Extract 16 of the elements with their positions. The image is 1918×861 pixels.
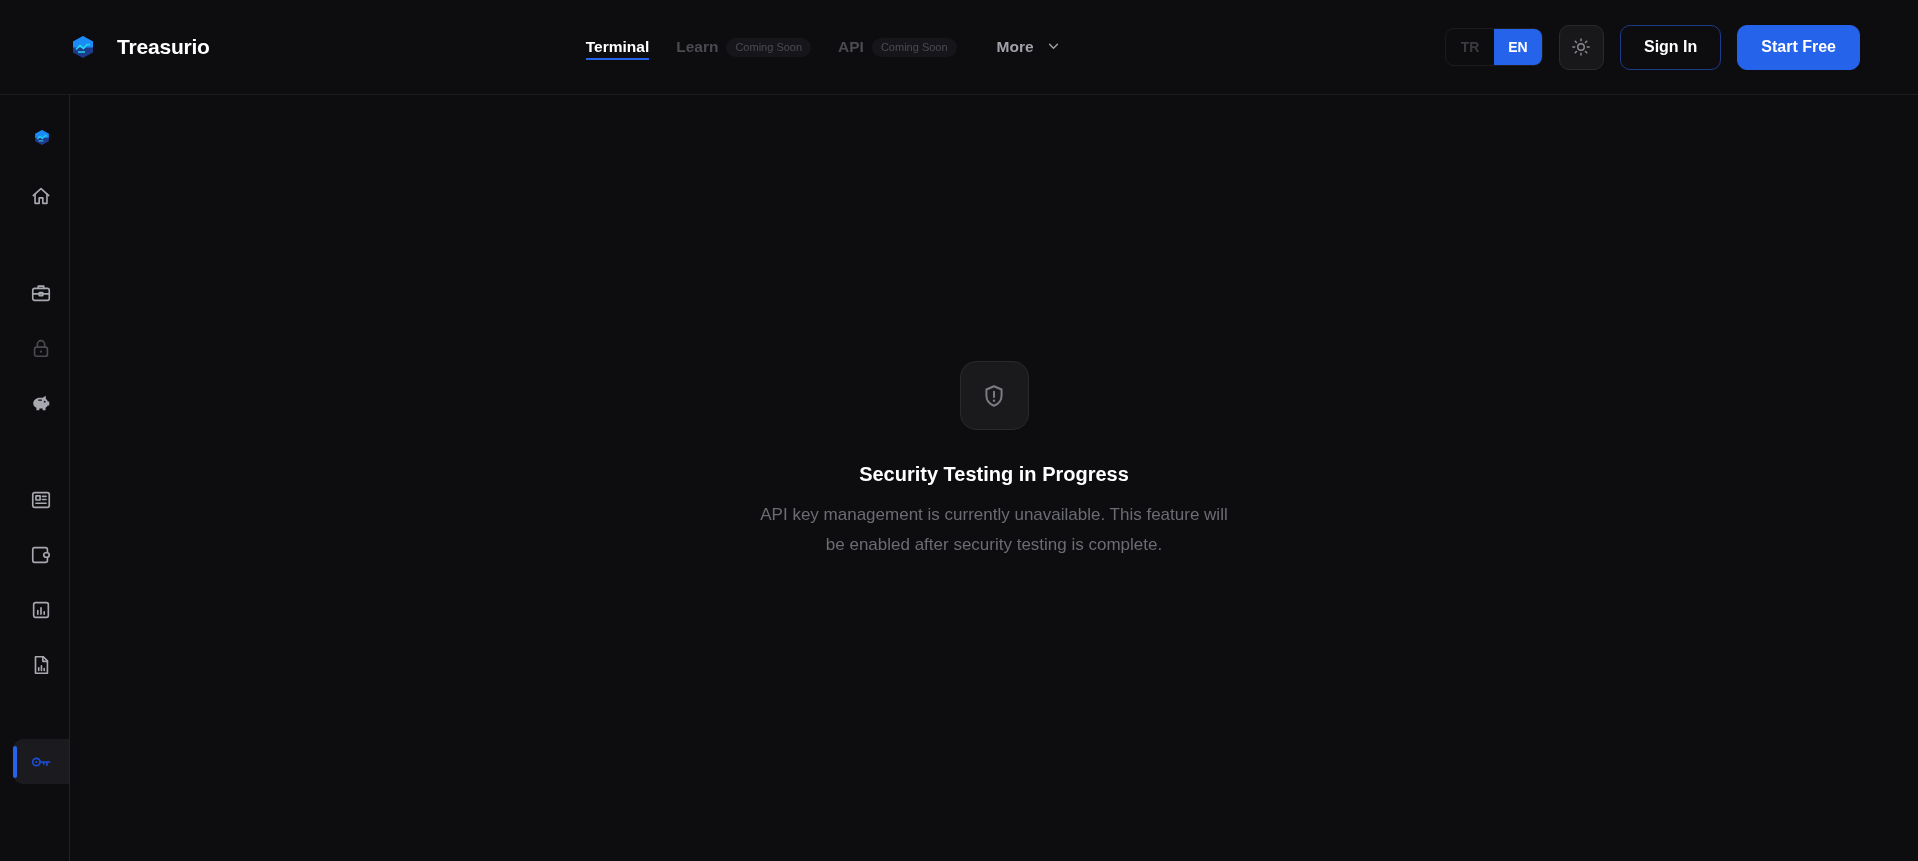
- theme-toggle-button[interactable]: [1558, 24, 1604, 70]
- more-menu-button[interactable]: More: [996, 34, 1059, 60]
- notice-title: Security Testing in Progress: [859, 462, 1129, 486]
- active-indicator: [13, 746, 17, 778]
- sun-icon: [1572, 38, 1591, 56]
- logo-icon: [73, 36, 93, 58]
- start-free-button[interactable]: Start Free: [1737, 24, 1860, 70]
- key-nav-item[interactable]: [13, 739, 69, 784]
- shield-alert-icon: [959, 361, 1029, 430]
- sign-in-button[interactable]: Sign In: [1619, 24, 1722, 70]
- logo-icon: [35, 130, 49, 145]
- notice-description: API key management is currently unavailable. This feature will be enabled after security testing is complete.: [759, 504, 1229, 556]
- language-option[interactable]: EN: [1493, 29, 1542, 65]
- nav-link[interactable]: Terminal: [585, 34, 650, 60]
- brand-name: Treasurio: [117, 35, 210, 59]
- caret-icon: [1047, 43, 1059, 50]
